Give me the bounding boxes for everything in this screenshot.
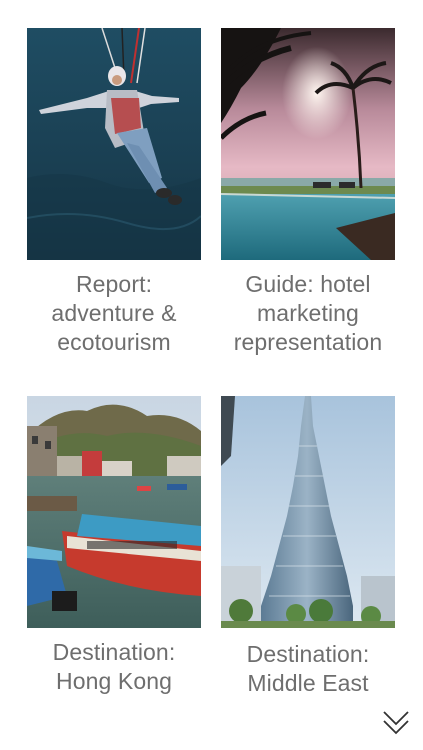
caption-line: representation	[233, 329, 383, 355]
caption-line: Hong Kong	[56, 668, 172, 694]
burj-khalifa-image[interactable]	[221, 396, 395, 628]
caption-line: Report:	[75, 271, 153, 297]
caption-line: Guide: hotel	[245, 271, 371, 297]
card-caption[interactable]: Destination: Hong Kong	[14, 638, 214, 696]
caption-line: Destination:	[52, 639, 176, 665]
caption-line: ecotourism	[57, 329, 171, 355]
adventure-zipline-image[interactable]	[27, 28, 201, 260]
hong-kong-harbour-image[interactable]	[27, 396, 201, 628]
tropical-pool-image[interactable]	[221, 28, 395, 260]
caption-line: Middle East	[247, 670, 369, 696]
caption-line: adventure &	[51, 300, 177, 326]
double-chevron-down-icon[interactable]	[380, 708, 412, 738]
caption-line: marketing	[257, 300, 359, 326]
card-caption[interactable]: Report: adventure & ecotourism	[14, 270, 214, 357]
card-caption[interactable]: Guide: hotel marketing representation	[208, 270, 408, 357]
card-caption[interactable]: Destination: Middle East	[208, 640, 408, 698]
caption-line: Destination:	[246, 641, 370, 667]
